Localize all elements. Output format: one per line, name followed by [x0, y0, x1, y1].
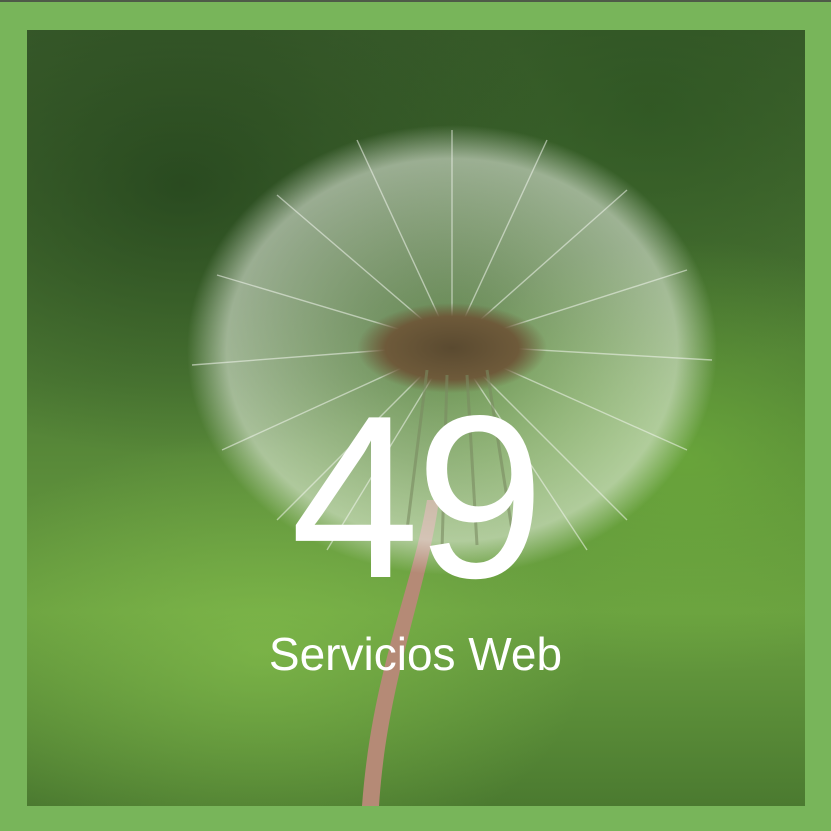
- stat-label: Servicios Web: [268, 628, 563, 680]
- stat-value: 49: [290, 368, 544, 627]
- stat-card: 49 Servicios Web: [0, 0, 831, 831]
